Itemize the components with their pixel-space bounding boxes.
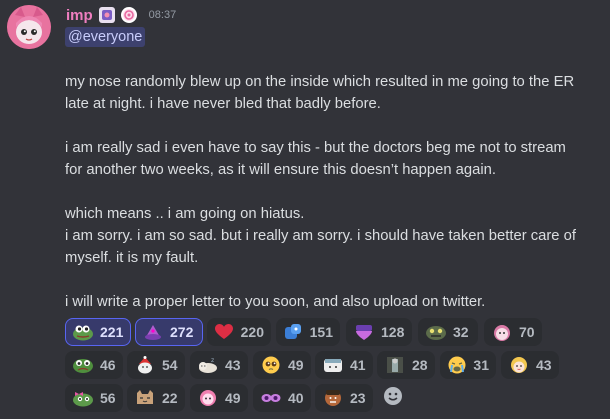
message-line: my nose randomly blew up on the inside w… bbox=[65, 74, 575, 90]
reaction-pleading-face[interactable]: 49 bbox=[253, 351, 311, 379]
reaction-doctor-cat[interactable]: 41 bbox=[315, 351, 373, 379]
message-line: for another two weeks, as it will ensure… bbox=[65, 162, 497, 178]
reaction-count: 46 bbox=[100, 357, 116, 373]
reaction-count: 128 bbox=[381, 324, 405, 340]
reaction-grey-figure[interactable]: 28 bbox=[377, 351, 435, 379]
message-line: i am sorry. i am so sad. but i really am… bbox=[65, 228, 576, 244]
reaction-blue-sticker[interactable]: 151 bbox=[276, 318, 340, 346]
red-heart-icon bbox=[214, 322, 235, 342]
reaction-count: 43 bbox=[536, 357, 552, 373]
grey-figure-icon bbox=[384, 355, 406, 375]
reaction-count: 151 bbox=[309, 324, 333, 340]
reaction-count: 43 bbox=[225, 357, 241, 373]
reaction-pepe-sad[interactable]: 46 bbox=[65, 351, 123, 379]
anime-girl-icon bbox=[491, 322, 513, 342]
reaction-count: 49 bbox=[225, 390, 241, 406]
add-reaction-button[interactable] bbox=[378, 384, 408, 412]
reaction-pepe-frog[interactable]: 221 bbox=[65, 318, 131, 346]
cat-face-icon bbox=[134, 388, 156, 408]
reaction-count: 31 bbox=[473, 357, 489, 373]
pink-hat-icon bbox=[142, 322, 164, 342]
reaction-count: 272 bbox=[170, 324, 194, 340]
reaction-count: 22 bbox=[162, 390, 178, 406]
reaction-santa-cat[interactable]: 54 bbox=[127, 351, 185, 379]
svg-text:z: z bbox=[211, 357, 214, 364]
green-monster-icon bbox=[425, 322, 447, 342]
reaction-green-monster[interactable]: 32 bbox=[418, 318, 478, 346]
reaction-count: 54 bbox=[162, 357, 178, 373]
message-line: i will write a proper letter to you soon… bbox=[65, 294, 486, 310]
message-line: late at night. i have never bled that ba… bbox=[65, 96, 381, 112]
reaction-blonde-girl[interactable]: 43 bbox=[501, 351, 559, 379]
reaction-pink-character[interactable]: 49 bbox=[190, 384, 248, 412]
reaction-count: 40 bbox=[288, 390, 304, 406]
message-line: which means .. i am going on hiatus. bbox=[65, 206, 305, 222]
username[interactable]: imp bbox=[66, 7, 93, 24]
smiley-add-reaction-icon bbox=[383, 386, 403, 410]
server-tag-icon[interactable] bbox=[98, 7, 115, 23]
reaction-crying-face[interactable]: 31 bbox=[440, 351, 496, 379]
reaction-pink-hat[interactable]: 272 bbox=[135, 318, 203, 346]
reaction-count: 32 bbox=[453, 324, 469, 340]
avatar[interactable] bbox=[7, 5, 51, 49]
doctor-cat-icon bbox=[322, 355, 344, 375]
reaction-cat-face[interactable]: 22 bbox=[127, 384, 185, 412]
reaction-count: 23 bbox=[350, 390, 366, 406]
timestamp[interactable]: 08:37 bbox=[149, 9, 177, 21]
role-badge-icon[interactable] bbox=[120, 7, 137, 23]
reaction-count: 28 bbox=[412, 357, 428, 373]
reaction-red-heart[interactable]: 220 bbox=[207, 318, 271, 346]
reaction-man-face[interactable]: 23 bbox=[315, 384, 373, 412]
everyone-mention[interactable]: @everyone bbox=[65, 27, 146, 47]
reaction-count: 220 bbox=[240, 324, 264, 340]
blonde-girl-icon bbox=[508, 355, 530, 375]
pepe-bow-icon bbox=[72, 388, 94, 408]
man-face-icon bbox=[322, 388, 344, 408]
pleading-face-icon bbox=[260, 355, 282, 375]
reaction-purple-eyes[interactable]: 40 bbox=[253, 384, 311, 412]
blue-sticker-icon bbox=[283, 322, 304, 342]
crying-face-icon bbox=[447, 355, 467, 375]
reaction-pepe-bow[interactable]: 56 bbox=[65, 384, 123, 412]
purple-eyes-icon bbox=[260, 388, 282, 408]
reaction-sleeping-cat[interactable]: z 43 bbox=[190, 351, 248, 379]
reaction-count: 56 bbox=[100, 390, 116, 406]
reaction-count: 49 bbox=[288, 357, 304, 373]
sleeping-cat-icon: z bbox=[197, 355, 219, 375]
reaction-count: 70 bbox=[519, 324, 535, 340]
purple-heart-icon bbox=[353, 322, 375, 342]
pepe-frog-icon bbox=[72, 322, 94, 342]
reaction-anime-girl[interactable]: 70 bbox=[484, 318, 542, 346]
pink-character-icon bbox=[197, 388, 219, 408]
message-line: i am really sad i even have to say this … bbox=[65, 140, 566, 156]
reaction-count: 221 bbox=[100, 324, 124, 340]
message-line: myself. it is my fault. bbox=[65, 250, 199, 266]
pepe-sad-icon bbox=[72, 355, 94, 375]
reaction-count: 41 bbox=[350, 357, 366, 373]
reaction-purple-heart[interactable]: 128 bbox=[346, 318, 412, 346]
santa-cat-icon bbox=[134, 355, 156, 375]
